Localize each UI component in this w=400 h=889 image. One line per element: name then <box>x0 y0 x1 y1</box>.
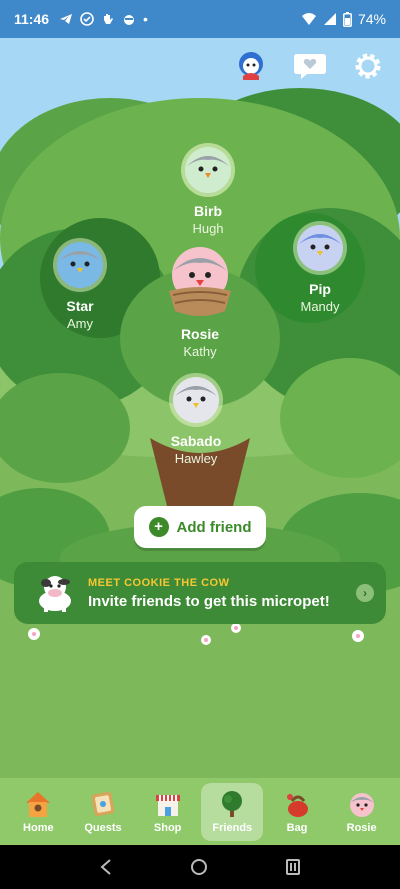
nav-friends[interactable]: Friends <box>201 782 264 841</box>
pet-name: Star <box>66 298 94 314</box>
plus-icon: + <box>148 517 169 537</box>
nav-bag[interactable]: Bag <box>266 783 328 841</box>
gear-icon <box>355 53 381 79</box>
hand-icon <box>104 14 114 24</box>
chevron-right-icon: › <box>356 584 374 602</box>
cow-pet-icon <box>39 576 71 612</box>
status-time: 11:46 <box>14 11 50 27</box>
bird-pet-icon <box>169 373 223 427</box>
quest-scroll-icon <box>91 791 115 817</box>
invite-promo-banner[interactable]: MEET COOKIE THE COW Invite friends to ge… <box>14 562 386 624</box>
profile-avatar-button[interactable] <box>233 48 269 84</box>
promo-message: Invite friends to get this micropet! <box>88 592 330 610</box>
back-icon[interactable] <box>98 858 114 876</box>
nav-label: Rosie <box>346 822 377 834</box>
heart-chat-icon <box>294 54 326 79</box>
more-notifications-dot: • <box>143 11 148 27</box>
nav-label: Quests <box>84 822 122 834</box>
shop-icon <box>155 795 180 816</box>
friends-tree-scene: Birb Hugh Star Amy Rosie Kathy Pip Mandy… <box>0 38 400 778</box>
owner-name: Amy <box>67 316 93 331</box>
pet-name: Pip <box>309 281 331 297</box>
battery-percent: 74% <box>357 11 386 27</box>
friend-pet-rosie[interactable]: Rosie Kathy <box>145 243 255 359</box>
nav-label: Friends <box>212 822 253 834</box>
nav-home[interactable]: Home <box>7 783 69 841</box>
status-bar: 11:46 • 74% <box>0 0 400 38</box>
nav-label: Shop <box>153 822 182 834</box>
friend-pet-birb[interactable]: Birb Hugh <box>153 138 263 236</box>
owner-name: Kathy <box>183 344 217 359</box>
promo-kicker: MEET COOKIE THE COW <box>88 576 230 589</box>
recents-icon[interactable] <box>284 858 302 876</box>
add-friend-label: Add friend <box>176 518 252 536</box>
nav-label: Home <box>23 822 54 834</box>
pet-name: Sabado <box>170 433 222 449</box>
friend-pet-sabado[interactable]: Sabado Hawley <box>141 368 251 466</box>
bottom-nav: Home Quests Shop Friends Bag Rosie <box>0 778 400 845</box>
nav-quests[interactable]: Quests <box>72 783 134 841</box>
app-mascot-icon <box>124 15 135 25</box>
bird-in-nest-icon <box>169 247 231 316</box>
pet-name: Birb <box>194 203 222 219</box>
home-circle-icon[interactable] <box>190 858 208 876</box>
profile-avatar-icon <box>239 52 263 80</box>
settings-button[interactable] <box>350 48 386 84</box>
pet-name: Rosie <box>180 326 220 342</box>
owner-name: Mandy <box>300 299 340 314</box>
nav-label: Bag <box>286 822 308 834</box>
add-friend-button[interactable]: + Add friend <box>134 506 266 548</box>
friend-pet-star[interactable]: Star Amy <box>25 233 135 331</box>
nav-pet-rosie[interactable]: Rosie <box>331 783 393 841</box>
house-icon <box>26 792 51 817</box>
friend-pet-pip[interactable]: Pip Mandy <box>265 216 375 314</box>
check-circle-icon <box>80 12 94 26</box>
nav-shop[interactable]: Shop <box>137 783 199 841</box>
wifi-icon <box>301 13 316 25</box>
system-nav-bar <box>0 845 400 889</box>
bag-icon <box>286 794 308 817</box>
bird-pet-icon <box>53 238 107 292</box>
pet-avatar-icon <box>349 793 374 817</box>
tree-icon <box>222 791 243 817</box>
notification-icons: • <box>59 11 148 27</box>
battery-icon <box>343 11 352 27</box>
owner-name: Hugh <box>192 221 224 236</box>
telegram-icon <box>60 14 73 24</box>
bird-pet-icon <box>293 221 347 275</box>
owner-name: Hawley <box>174 451 218 466</box>
bird-pet-icon <box>181 143 235 197</box>
signal-icon <box>323 13 336 25</box>
messages-button[interactable] <box>292 48 328 84</box>
